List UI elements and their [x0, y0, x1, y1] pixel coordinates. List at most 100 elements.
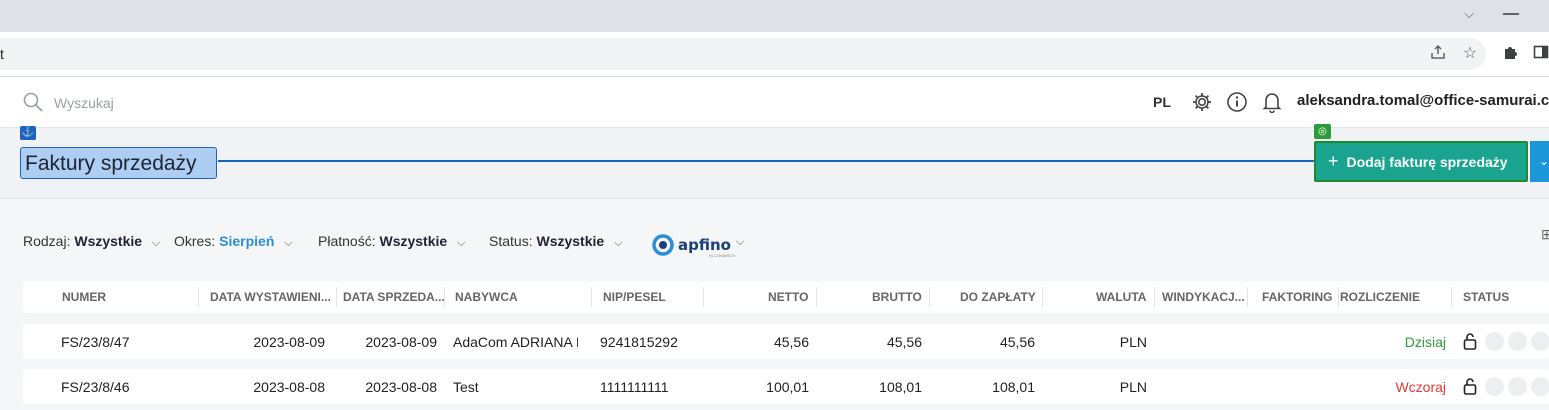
- column-divider[interactable]: [591, 287, 592, 307]
- cell-nabywca: AdaCom ADRIANA MA: [453, 334, 578, 350]
- column-divider[interactable]: [1042, 287, 1043, 307]
- gear-icon[interactable]: [1191, 91, 1213, 118]
- unlock-icon[interactable]: [1463, 377, 1477, 395]
- info-icon[interactable]: [1226, 91, 1248, 118]
- status-dot: [1485, 332, 1504, 351]
- window-minimize-icon[interactable]: [1503, 13, 1519, 15]
- chevron-down-icon: ⌵: [151, 237, 161, 249]
- col-header-netto[interactable]: NETTO: [768, 290, 808, 304]
- col-header-nabywca[interactable]: NABYWCA: [455, 290, 518, 304]
- anchor-icon: ⚓: [20, 126, 36, 140]
- table-header: NUMER DATA WYSTAWIENI... DATA SPRZEDA...…: [23, 281, 1549, 313]
- search-input[interactable]: [52, 90, 316, 116]
- col-header-data-sprzedazy[interactable]: DATA SPRZEDA...: [343, 290, 445, 304]
- share-icon[interactable]: [1428, 44, 1448, 64]
- plus-icon: +: [1328, 151, 1339, 171]
- chevron-down-icon: ⌵: [736, 236, 745, 248]
- cell-nip: 1111111111: [600, 379, 669, 395]
- cell-rozliczenie: Dzisiaj: [1404, 334, 1446, 350]
- col-header-rozliczenie[interactable]: ROZLICZENIE: [1340, 290, 1420, 304]
- cell-nip: 9241815292: [600, 334, 678, 350]
- filter-rodzaj-value: Wszystkie: [74, 233, 143, 249]
- cell-waluta: PLN: [1119, 379, 1147, 395]
- apfino-logo-icon: [652, 234, 674, 261]
- unlock-icon[interactable]: [1463, 332, 1477, 350]
- bookmark-star-icon[interactable]: ☆: [1460, 44, 1480, 64]
- filter-bar: Rodzaj: Wszystkie ⌵ Okres: Sierpień ⌵ Pł…: [0, 198, 1549, 280]
- col-header-numer[interactable]: NUMER: [62, 290, 106, 304]
- cell-data-sprzedazy: 2023-08-09: [365, 334, 437, 350]
- filter-status[interactable]: Status: Wszystkie ⌵: [489, 233, 622, 250]
- apfino-logo: apfino: [678, 236, 731, 254]
- app-header: PL aleksandra.tomal@office-samurai.c: [0, 77, 1549, 128]
- address-bar[interactable]: t: [0, 38, 1486, 70]
- column-divider[interactable]: [198, 287, 199, 307]
- status-dot: [1485, 377, 1504, 396]
- browser-toolbar: t ☆: [0, 32, 1549, 77]
- cell-data-wystawienia: 2023-08-08: [253, 379, 325, 395]
- col-header-do-zaplaty[interactable]: DO ZAPŁATY: [960, 290, 1036, 304]
- filter-okres[interactable]: Okres: Sierpień ⌵: [174, 233, 293, 250]
- col-header-data-wystawienia[interactable]: DATA WYSTAWIENI...: [210, 290, 331, 304]
- status-dot: [1531, 332, 1549, 351]
- chevron-down-icon: ⌵: [457, 237, 466, 249]
- col-header-windykacja[interactable]: WINDYKACJ...: [1162, 290, 1245, 304]
- filter-okres-label: Okres:: [174, 233, 216, 249]
- add-button-dropdown-chevron-icon[interactable]: ⌄: [1530, 141, 1549, 182]
- chevron-down-icon: ⌵: [284, 237, 293, 249]
- column-divider[interactable]: [1338, 287, 1339, 307]
- cell-numer: FS/23/8/47: [61, 334, 130, 350]
- filter-platnosc[interactable]: Płatność: Wszystkie ⌵: [318, 233, 465, 250]
- col-header-status[interactable]: STATUS: [1463, 290, 1509, 304]
- status-dot: [1508, 332, 1527, 351]
- cell-numer: FS/23/8/46: [61, 379, 130, 395]
- col-header-faktoring[interactable]: FAKTORING: [1262, 290, 1332, 304]
- browser-tab-strip: ⌵: [0, 0, 1549, 32]
- user-email[interactable]: aleksandra.tomal@office-samurai.c: [1297, 92, 1549, 109]
- filter-okres-value: Sierpień: [219, 233, 275, 249]
- add-button-label: Dodaj fakturę sprzedaży: [1346, 153, 1508, 170]
- column-divider[interactable]: [336, 287, 337, 307]
- cell-rozliczenie: Wczoraj: [1395, 379, 1446, 395]
- column-divider[interactable]: [1154, 287, 1155, 307]
- column-layout-icon[interactable]: ⊞: [1541, 226, 1549, 244]
- column-divider[interactable]: [929, 287, 930, 307]
- side-panel-icon[interactable]: [1531, 44, 1549, 64]
- cell-waluta: PLN: [1119, 334, 1147, 350]
- apfino-filter[interactable]: apfino by COMARCH ⌵: [652, 234, 752, 258]
- page-title-bar: ⚓ Faktury sprzedaży ◎ + Dodaj fakturę sp…: [0, 124, 1549, 199]
- search-icon: [22, 91, 44, 118]
- cell-data-wystawienia: 2023-08-09: [253, 334, 325, 350]
- add-sales-invoice-button[interactable]: + Dodaj fakturę sprzedaży: [1314, 141, 1528, 182]
- col-header-waluta[interactable]: WALUTA: [1096, 290, 1146, 304]
- column-divider[interactable]: [1451, 287, 1452, 307]
- cell-do-zaplaty: 108,01: [992, 379, 1035, 395]
- status-dot: [1508, 377, 1527, 396]
- column-divider[interactable]: [1247, 287, 1248, 307]
- url-text: t: [0, 46, 4, 62]
- column-divider[interactable]: [703, 287, 704, 307]
- tab-search-chevron-icon[interactable]: ⌵: [1460, 6, 1478, 24]
- table-row[interactable]: FS/23/8/47 2023-08-09 2023-08-09 AdaCom …: [23, 324, 1549, 359]
- col-header-nip[interactable]: NIP/PESEL: [603, 290, 666, 304]
- target-icon: ◎: [1314, 124, 1331, 139]
- bell-icon[interactable]: [1262, 91, 1282, 118]
- filter-rodzaj-label: Rodzaj:: [23, 233, 71, 249]
- cell-data-sprzedazy: 2023-08-08: [365, 379, 437, 395]
- filter-platnosc-label: Płatność:: [318, 233, 376, 249]
- search-bar: [22, 90, 322, 116]
- status-dot: [1531, 377, 1549, 396]
- col-header-brutto[interactable]: BRUTTO: [872, 290, 922, 304]
- filter-status-label: Status:: [489, 233, 533, 249]
- filter-status-value: Wszystkie: [536, 233, 605, 249]
- filter-rodzaj[interactable]: Rodzaj: Wszystkie ⌵: [23, 233, 160, 250]
- cell-brutto: 108,01: [879, 379, 922, 395]
- cell-brutto: 45,56: [886, 334, 922, 350]
- column-divider[interactable]: [816, 287, 817, 307]
- table-row[interactable]: FS/23/8/46 2023-08-08 2023-08-08 Test 11…: [23, 369, 1549, 404]
- extensions-puzzle-icon[interactable]: [1500, 44, 1520, 64]
- cell-nabywca: Test: [453, 379, 479, 395]
- language-switch[interactable]: PL: [1153, 94, 1171, 110]
- column-divider[interactable]: [444, 287, 445, 307]
- apfino-logo-sub: by COMARCH: [709, 253, 736, 258]
